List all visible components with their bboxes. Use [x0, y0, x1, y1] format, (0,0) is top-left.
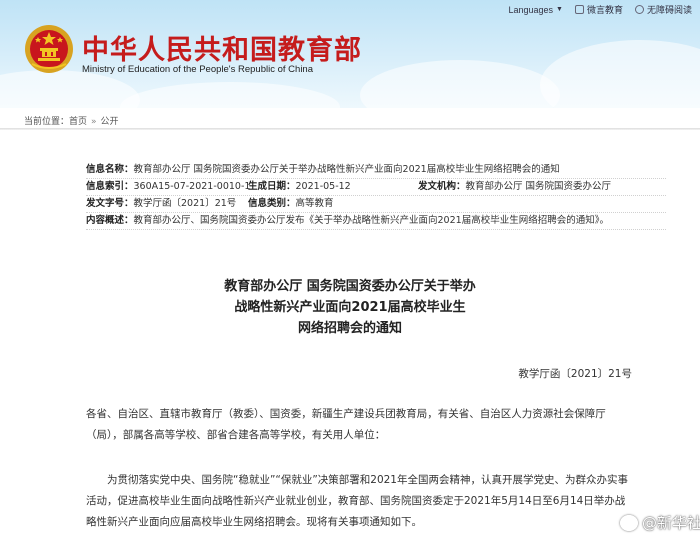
accessibility-icon	[634, 5, 644, 14]
wechat-icon	[574, 5, 584, 14]
document-paragraph: 各省、自治区、直辖市教育厅（教委）、国资委，新疆生产建设兵团教育局，有关省、自治…	[86, 408, 606, 441]
site-subtitle: Ministry of Education of the People's Re…	[82, 64, 313, 75]
languages-label: Languages	[508, 4, 554, 15]
info-value: 360A15-07-2021-0010-1	[133, 181, 251, 192]
info-label: 发文机构：	[418, 181, 466, 192]
header-cloud	[360, 60, 560, 108]
info-value: 教育部办公厅、国务院国资委办公厅发布《关于举办战略性新兴产业面向2021届高校毕…	[133, 215, 609, 226]
breadcrumb-separator: »	[91, 117, 97, 127]
document-title-line: 战略性新兴产业面向2021届高校毕业生	[234, 300, 466, 315]
watermark: @新华社	[620, 512, 700, 533]
site-title[interactable]: 中华人民共和国教育部	[82, 28, 362, 67]
info-row-docnumber: 发文字号：教学厅函〔2021〕21号 信息类别：高等教育	[86, 196, 666, 213]
national-emblem-icon[interactable]	[24, 24, 74, 74]
info-row-summary: 内容概述：教育部办公厅、国务院国资委办公厅发布《关于举办战略性新兴产业面向202…	[86, 213, 666, 230]
header-cloud	[120, 82, 340, 108]
info-label: 内容概述：	[86, 215, 134, 226]
info-value: 2021-05-12	[295, 181, 351, 192]
info-value: 高等教育	[295, 198, 334, 209]
chevron-down-icon: ▼	[556, 6, 563, 13]
document-title-line: 网络招聘会的通知	[297, 321, 402, 336]
accessibility-label: 无障碍阅读	[646, 5, 692, 15]
breadcrumb-prefix: 当前位置：	[24, 117, 70, 127]
info-table: 信息名称：教育部办公厅 国务院国资委办公厅关于举办战略性新兴产业面向2021届高…	[86, 162, 666, 230]
weibo-icon	[620, 514, 638, 531]
info-label: 信息类别：	[248, 198, 296, 209]
accessibility-link[interactable]: 无障碍阅读	[634, 3, 692, 16]
info-label: 生成日期：	[248, 181, 296, 192]
breadcrumb-home[interactable]: 首页	[69, 117, 87, 127]
site-header: 中华人民共和国教育部 Ministry of Education of the …	[0, 0, 700, 108]
languages-link[interactable]: Languages ▼	[508, 5, 562, 15]
info-value: 教育部办公厅 国务院国资委办公厅	[465, 181, 612, 192]
info-label: 信息索引：	[86, 181, 134, 192]
breadcrumb-open[interactable]: 公开	[101, 117, 119, 127]
top-links: Languages ▼ 微言教育 无障碍阅读	[508, 3, 692, 16]
document-paragraph: 为贯彻落实党中央、国务院“稳就业”“保就业”决策部署和2021年全国两会精神，认…	[86, 474, 628, 528]
document-number: 教学厅函〔2021〕21号	[518, 368, 632, 380]
info-value: 教学厅函〔2021〕21号	[133, 198, 237, 209]
info-label: 信息名称：	[86, 164, 134, 175]
wechat-link[interactable]: 微言教育	[574, 3, 623, 16]
info-label: 发文字号：	[86, 198, 134, 209]
info-row-index: 信息索引：360A15-07-2021-0010-1 生成日期：2021-05-…	[86, 179, 666, 196]
header-cloud	[0, 70, 140, 108]
info-row-name: 信息名称：教育部办公厅 国务院国资委办公厅关于举办战略性新兴产业面向2021届高…	[86, 162, 666, 179]
watermark-text: @新华社	[642, 514, 700, 532]
document-title-line: 教育部办公厅 国务院国资委办公厅关于举办	[224, 279, 476, 294]
wechat-label: 微言教育	[586, 5, 623, 15]
breadcrumb: 当前位置：首页 » 公开	[24, 114, 119, 127]
info-value: 教育部办公厅 国务院国资委办公厅关于举办战略性新兴产业面向2021届高校毕业生网…	[133, 164, 560, 175]
header-cloud	[540, 40, 700, 108]
